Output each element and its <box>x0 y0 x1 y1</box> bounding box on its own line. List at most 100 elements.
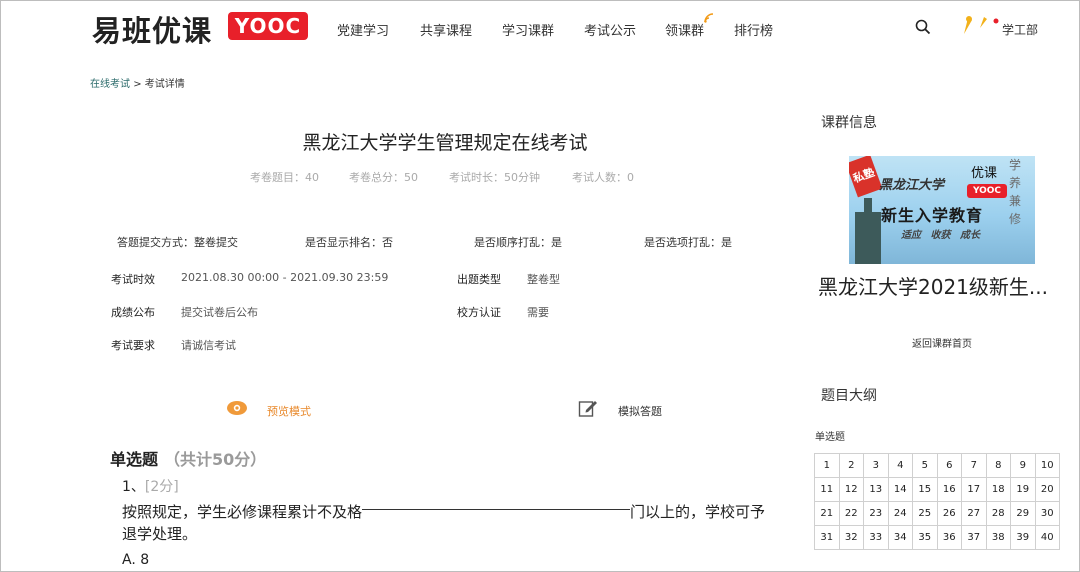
section-name: 单选题 <box>110 450 159 469</box>
label-question-type: 出题类型 <box>457 273 501 286</box>
question-jump-cell[interactable]: 36 <box>936 525 962 550</box>
question-jump-cell[interactable]: 8 <box>985 453 1011 478</box>
question-jump-cell[interactable]: 22 <box>838 501 864 526</box>
question-jump-cell[interactable]: 13 <box>863 477 889 502</box>
question-jump-cell[interactable]: 32 <box>838 525 864 550</box>
question-number: 1、[2分] <box>122 476 179 496</box>
question-jump-cell[interactable]: 39 <box>1010 525 1036 550</box>
question-jump-cell[interactable]: 40 <box>1034 525 1060 550</box>
question-jump-cell[interactable]: 9 <box>1010 453 1036 478</box>
question-jump-cell[interactable]: 28 <box>985 501 1011 526</box>
question-jump-cell[interactable]: 17 <box>961 477 987 502</box>
top-header: 易班优课 YOOC 党建学习 共享课程 学习课群 考试公示 领课群 排行榜 学工… <box>0 0 1080 58</box>
breadcrumb-current: 考试详情 <box>144 79 185 90</box>
option-shuffle-order: 是否顺序打乱：是 <box>474 236 562 249</box>
question-jump-cell[interactable]: 4 <box>887 453 913 478</box>
question-number-grid: 1 2 3 4 5 6 7 8 9 10 11 12 13 14 15 16 17 18 19 20 21 22 23 24 2… <box>814 453 1060 550</box>
question-jump-cell[interactable]: 31 <box>814 525 840 550</box>
question-jump-cell[interactable]: 3 <box>863 453 889 478</box>
question-jump-cell[interactable]: 12 <box>838 477 864 502</box>
question-jump-cell[interactable]: 34 <box>887 525 913 550</box>
preview-mode-button[interactable]: 预览模式 <box>267 403 311 419</box>
breadcrumb: 在线考试 > 考试详情 <box>90 75 185 90</box>
cover-brand: 优课 <box>971 166 998 181</box>
outline-title: 题目大纲 <box>821 388 877 404</box>
question-jump-cell[interactable]: 30 <box>1034 501 1060 526</box>
question-jump-cell[interactable]: 35 <box>912 525 938 550</box>
nav-item-study-groups[interactable]: 学习课群 <box>502 20 554 39</box>
question-jump-cell[interactable]: 29 <box>1010 501 1036 526</box>
stat-questions: 考卷题目：40 <box>250 171 319 184</box>
question-jump-cell[interactable]: 18 <box>985 477 1011 502</box>
cover-calligraphy: 学养兼修 <box>1009 158 1022 226</box>
question-jump-cell[interactable]: 15 <box>912 477 938 502</box>
cover-slogan: 适应 收获 成长 <box>901 230 980 241</box>
nav-item-party[interactable]: 党建学习 <box>337 20 389 39</box>
answer-option-a[interactable]: A. 8 <box>122 552 149 568</box>
question-jump-cell[interactable]: 6 <box>936 453 962 478</box>
question-text: 按照规定，学生必修课程累计不及格 门以上的，学校可予退学处理。 <box>122 501 772 545</box>
group-info-title: 课群信息 <box>821 115 877 131</box>
stat-total-score: 考卷总分：50 <box>349 171 418 184</box>
building-icon <box>855 198 881 264</box>
question-jump-cell[interactable]: 14 <box>887 477 913 502</box>
eye-icon[interactable] <box>226 399 248 417</box>
logo-badge[interactable]: YOOC <box>228 12 308 40</box>
question-jump-cell[interactable]: 10 <box>1034 453 1060 478</box>
nav-item-claim-group[interactable]: 领课群 <box>665 20 704 39</box>
value-exam-requirement: 请诚信考试 <box>181 339 236 352</box>
outline-section-label: 单选题 <box>815 432 845 443</box>
section-title: 单选题 （共计50分） <box>110 446 266 470</box>
breadcrumb-separator: > <box>133 79 142 90</box>
question-jump-cell[interactable]: 38 <box>985 525 1011 550</box>
edit-icon[interactable] <box>578 398 598 418</box>
label-score-publish: 成绩公布 <box>111 306 155 319</box>
option-show-rank: 是否显示排名：否 <box>305 236 393 249</box>
option-shuffle-choices: 是否选项打乱：是 <box>644 236 732 249</box>
logo-text[interactable]: 易班优课 <box>92 8 212 50</box>
value-question-type: 整卷型 <box>527 273 560 286</box>
question-jump-cell[interactable]: 19 <box>1010 477 1036 502</box>
nav-item-shared-courses[interactable]: 共享课程 <box>420 20 472 39</box>
question-jump-cell[interactable]: 26 <box>936 501 962 526</box>
cover-headline: 新生入学教育 <box>881 206 984 225</box>
label-exam-time: 考试时效 <box>111 273 155 286</box>
option-submit-mode: 答题提交方式：整卷提交 <box>117 236 238 249</box>
course-name[interactable]: 黑龙江大学2021级新生... <box>818 271 1063 300</box>
question-jump-cell[interactable]: 37 <box>961 525 987 550</box>
breadcrumb-online-exam[interactable]: 在线考试 <box>90 79 130 90</box>
back-to-group-link[interactable]: 返回课群首页 <box>912 335 972 350</box>
question-jump-cell[interactable]: 33 <box>863 525 889 550</box>
question-jump-cell[interactable]: 24 <box>887 501 913 526</box>
question-jump-cell[interactable]: 20 <box>1034 477 1060 502</box>
exam-title: 黑龙江大学学生管理规定在线考试 <box>302 132 588 154</box>
search-icon[interactable] <box>915 19 931 35</box>
nav-item-ranking[interactable]: 排行榜 <box>734 20 773 39</box>
question-grid-row: 1 2 3 4 5 6 7 8 9 10 <box>814 453 1060 478</box>
cover-seal: 私塾 <box>849 156 883 198</box>
user-icon[interactable] <box>960 14 1000 36</box>
question-jump-cell[interactable]: 2 <box>838 453 864 478</box>
question-jump-cell[interactable]: 5 <box>912 453 938 478</box>
question-jump-cell[interactable]: 25 <box>912 501 938 526</box>
question-jump-cell[interactable]: 11 <box>814 477 840 502</box>
question-text-before: 按照规定，学生必修课程累计不及格 <box>122 503 363 521</box>
question-jump-cell[interactable]: 23 <box>863 501 889 526</box>
question-jump-cell[interactable]: 16 <box>936 477 962 502</box>
simulate-mode-button[interactable]: 模拟答题 <box>618 403 662 419</box>
question-grid-row: 21 22 23 24 25 26 27 28 29 30 <box>814 501 1060 526</box>
nav-item-exam-notice[interactable]: 考试公示 <box>584 20 636 39</box>
value-school-auth: 需要 <box>527 306 549 319</box>
question-blank <box>362 509 631 510</box>
question-jump-cell[interactable]: 27 <box>961 501 987 526</box>
label-exam-requirement: 考试要求 <box>111 339 155 352</box>
stat-participants: 考试人数：0 <box>572 171 634 184</box>
value-exam-time: 2021.08.30 00:00 - 2021.09.30 23:59 <box>181 271 389 284</box>
question-jump-cell[interactable]: 7 <box>961 453 987 478</box>
user-name[interactable]: 学工部 <box>1002 21 1038 38</box>
course-cover-image[interactable]: 私塾 黑龙江大学 优课 YOOC 新生入学教育 适应 收获 成长 学养兼修 <box>849 156 1035 264</box>
question-jump-cell[interactable]: 1 <box>814 453 840 478</box>
question-jump-cell[interactable]: 21 <box>814 501 840 526</box>
cover-badge: YOOC <box>967 184 1007 198</box>
cover-university: 黑龙江大学 <box>879 178 945 193</box>
